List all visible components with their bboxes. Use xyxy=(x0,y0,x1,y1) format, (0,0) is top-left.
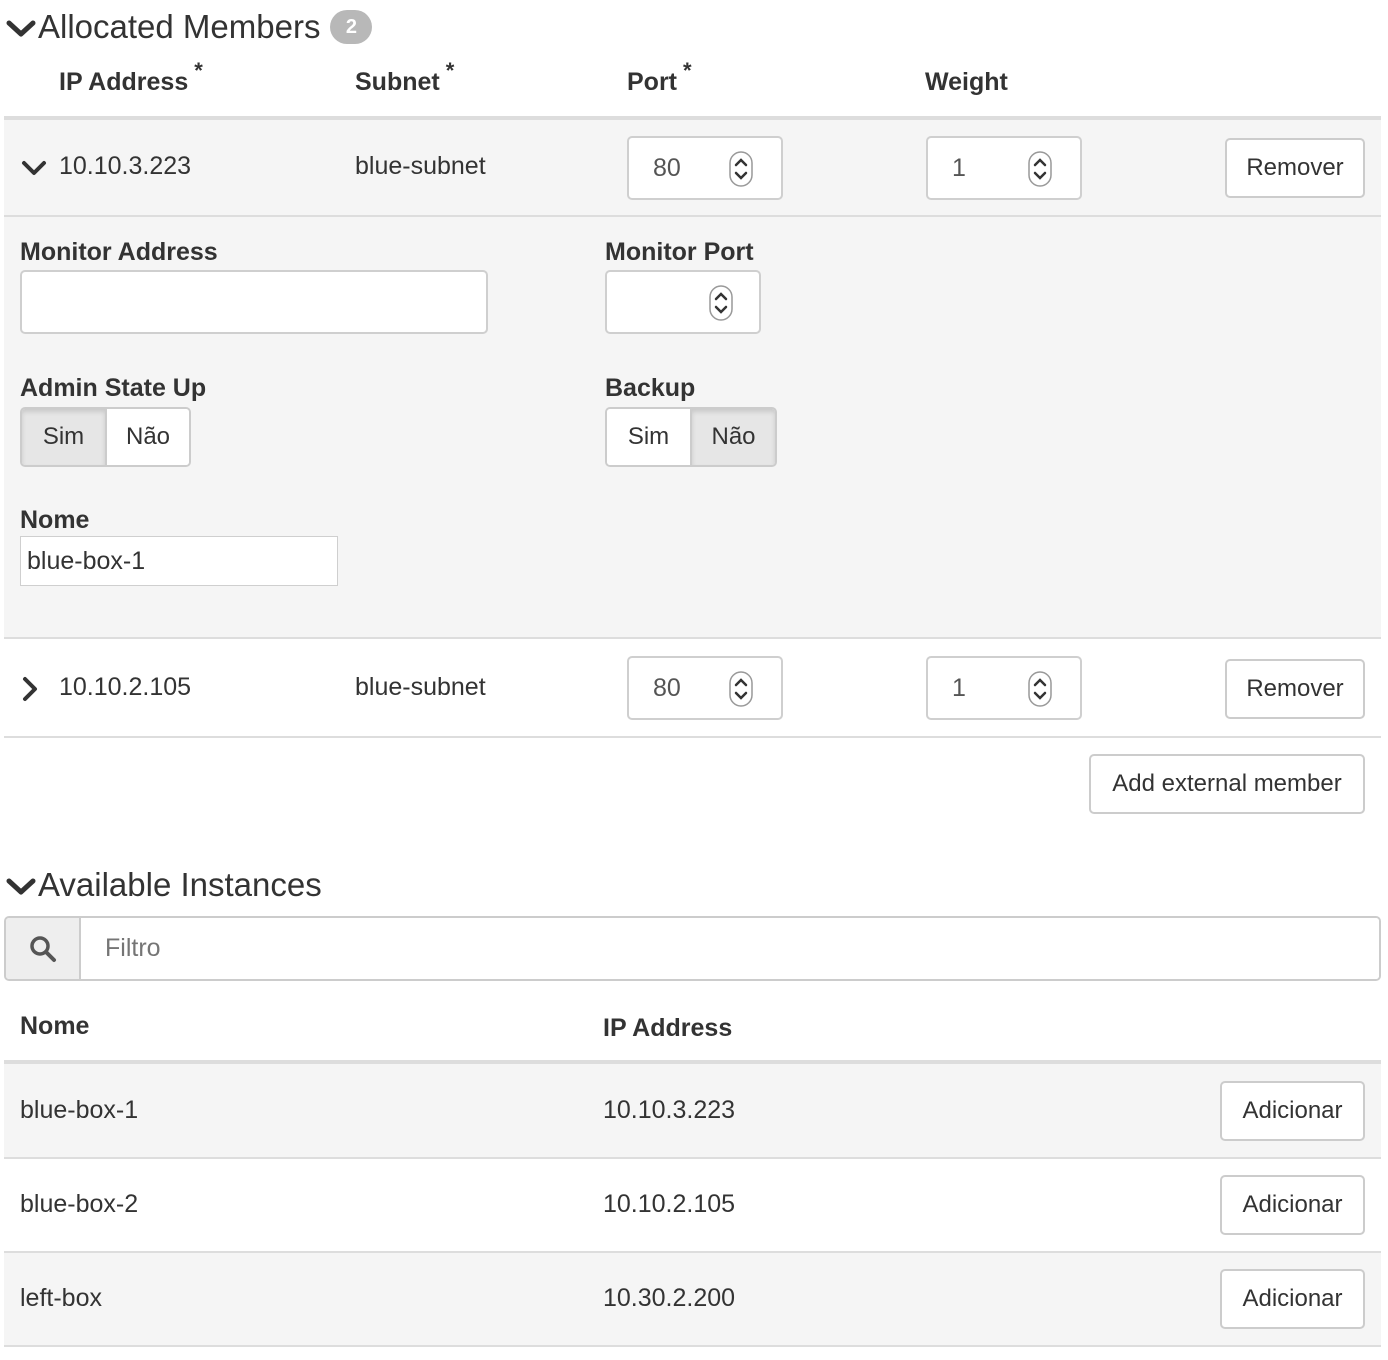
chevron-down-icon xyxy=(6,878,36,895)
filter-group xyxy=(4,916,1381,981)
add-instance-button[interactable]: Adicionar xyxy=(1220,1175,1365,1235)
column-header-port: Port * xyxy=(627,58,692,96)
backup-toggle[interactable]: Sim Não xyxy=(605,407,777,467)
instance-name: blue-box-1 xyxy=(20,1096,139,1124)
member-count-badge: 2 xyxy=(330,10,373,44)
weight-stepper[interactable]: 1 xyxy=(926,656,1082,720)
remove-button[interactable]: Remover xyxy=(1225,138,1365,198)
section-title: Allocated Members xyxy=(38,8,321,45)
column-header-ip: IP Address xyxy=(603,1014,733,1042)
backup-sim[interactable]: Sim xyxy=(607,409,690,465)
port-stepper[interactable]: 80 xyxy=(627,656,783,720)
member-subnet: blue-subnet xyxy=(355,673,486,701)
admin-state-toggle[interactable]: Sim Não xyxy=(20,407,191,467)
remove-button[interactable]: Remover xyxy=(1225,659,1365,719)
admin-state-label: Admin State Up xyxy=(20,374,207,402)
member-ip: 10.10.2.105 xyxy=(59,673,192,701)
add-external-member-button[interactable]: Add external member xyxy=(1089,754,1365,814)
weight-stepper[interactable]: 1 xyxy=(926,136,1082,200)
port-stepper[interactable]: 80 xyxy=(627,136,783,200)
chevron-right-icon[interactable] xyxy=(18,675,42,703)
stepper-arrows-icon[interactable] xyxy=(729,151,753,187)
stepper-arrows-icon[interactable] xyxy=(709,285,733,321)
backup-label: Backup xyxy=(605,374,696,402)
instance-name: left-box xyxy=(20,1284,102,1312)
section-title: Available Instances xyxy=(38,866,322,903)
add-instance-button[interactable]: Adicionar xyxy=(1220,1081,1365,1141)
search-addon xyxy=(6,918,81,979)
member-ip: 10.10.3.223 xyxy=(59,152,192,180)
allocated-members-header[interactable]: Allocated Members 2 xyxy=(4,8,373,46)
add-instance-button[interactable]: Adicionar xyxy=(1220,1269,1365,1329)
monitor-address-label: Monitor Address xyxy=(20,238,218,266)
filter-input[interactable] xyxy=(81,918,1379,979)
search-icon xyxy=(29,935,56,962)
column-header-subnet: Subnet * xyxy=(355,58,455,96)
port-value: 80 xyxy=(653,673,681,702)
name-input[interactable] xyxy=(20,536,338,586)
stepper-arrows-icon[interactable] xyxy=(729,671,753,707)
instance-ip: 10.10.3.223 xyxy=(603,1096,736,1124)
row-divider xyxy=(4,215,1381,217)
monitor-address-input[interactable] xyxy=(20,270,488,334)
monitor-port-stepper[interactable] xyxy=(605,270,761,334)
name-label: Nome xyxy=(20,506,90,534)
row-divider xyxy=(4,736,1381,738)
column-header-name: Nome xyxy=(20,1012,90,1040)
admin-state-nao[interactable]: Não xyxy=(105,409,189,465)
row-divider xyxy=(4,1345,1381,1347)
weight-value: 1 xyxy=(952,673,966,702)
monitor-port-label: Monitor Port xyxy=(605,238,754,266)
row-divider xyxy=(4,1157,1381,1159)
stepper-arrows-icon[interactable] xyxy=(1028,671,1052,707)
instance-name: blue-box-2 xyxy=(20,1190,139,1218)
chevron-down-icon xyxy=(6,20,36,37)
port-value: 80 xyxy=(653,153,681,182)
stepper-arrows-icon[interactable] xyxy=(1028,151,1052,187)
admin-state-sim[interactable]: Sim xyxy=(22,409,105,465)
row-divider xyxy=(4,637,1381,639)
instance-ip: 10.10.2.105 xyxy=(603,1190,736,1218)
column-header-ip: IP Address * xyxy=(59,58,203,96)
instance-ip: 10.30.2.200 xyxy=(603,1284,736,1312)
available-instances-header[interactable]: Available Instances xyxy=(4,866,322,904)
member-subnet: blue-subnet xyxy=(355,152,486,180)
column-header-weight: Weight xyxy=(925,68,1008,96)
chevron-down-icon[interactable] xyxy=(20,156,48,180)
backup-nao[interactable]: Não xyxy=(690,409,775,465)
weight-value: 1 xyxy=(952,153,966,182)
